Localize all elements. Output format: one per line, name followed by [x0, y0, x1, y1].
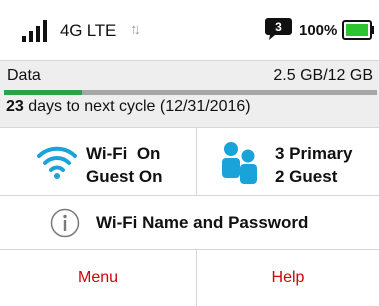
primary-devices-line: 3 Primary: [275, 144, 353, 163]
data-usage-fill: [4, 90, 82, 95]
status-tiles-row: Wi-Fi On Guest On 3 Primary 2 Guest: [0, 128, 379, 196]
people-icon: [222, 142, 257, 184]
wifi-status-tile[interactable]: Wi-Fi On Guest On: [0, 128, 196, 196]
data-label: Data: [7, 67, 41, 84]
cycle-text: days to next cycle (12/31/2016): [23, 98, 251, 115]
network-type-label: 4G LTE: [60, 21, 117, 40]
nav-divider: [196, 250, 197, 306]
help-button[interactable]: Help: [197, 250, 379, 306]
message-count: 3: [275, 20, 282, 34]
info-icon: [50, 208, 80, 238]
guest-status-line: Guest On: [86, 167, 163, 186]
battery-percent: 100%: [299, 22, 338, 39]
wifi-icon: [37, 146, 77, 179]
connected-devices-tile[interactable]: 3 Primary 2 Guest: [197, 128, 379, 196]
guest-devices-line: 2 Guest: [275, 167, 338, 186]
bottom-nav: Menu Help: [0, 250, 379, 306]
tiles-divider: [196, 128, 197, 196]
wifi-name-password-row[interactable]: Wi-Fi Name and Password: [0, 196, 379, 250]
wifi-status-line: Wi-Fi On: [86, 144, 161, 163]
devices-status-text: 3 Primary 2 Guest: [275, 142, 353, 188]
up-down-arrows-icon: ↑↓: [130, 21, 141, 38]
battery-full-icon: [342, 20, 374, 40]
data-usage-bar: [4, 90, 377, 95]
menu-button[interactable]: Menu: [0, 250, 196, 306]
data-usage-amount: 2.5 GB/12 GB: [273, 67, 373, 84]
status-bar: 4G LTE ↑↓ 3 100%: [0, 0, 379, 60]
wifi-status-text: Wi-Fi On Guest On: [86, 142, 163, 188]
cycle-days-count: 23: [6, 98, 24, 115]
message-bubble-icon[interactable]: 3: [265, 18, 292, 40]
data-usage-panel[interactable]: Data 2.5 GB/12 GB 23 days to next cycle …: [0, 60, 379, 128]
cycle-info: 23 days to next cycle (12/31/2016): [6, 98, 251, 116]
signal-bars-icon: [22, 20, 47, 42]
wifi-name-password-label: Wi-Fi Name and Password: [96, 213, 309, 232]
